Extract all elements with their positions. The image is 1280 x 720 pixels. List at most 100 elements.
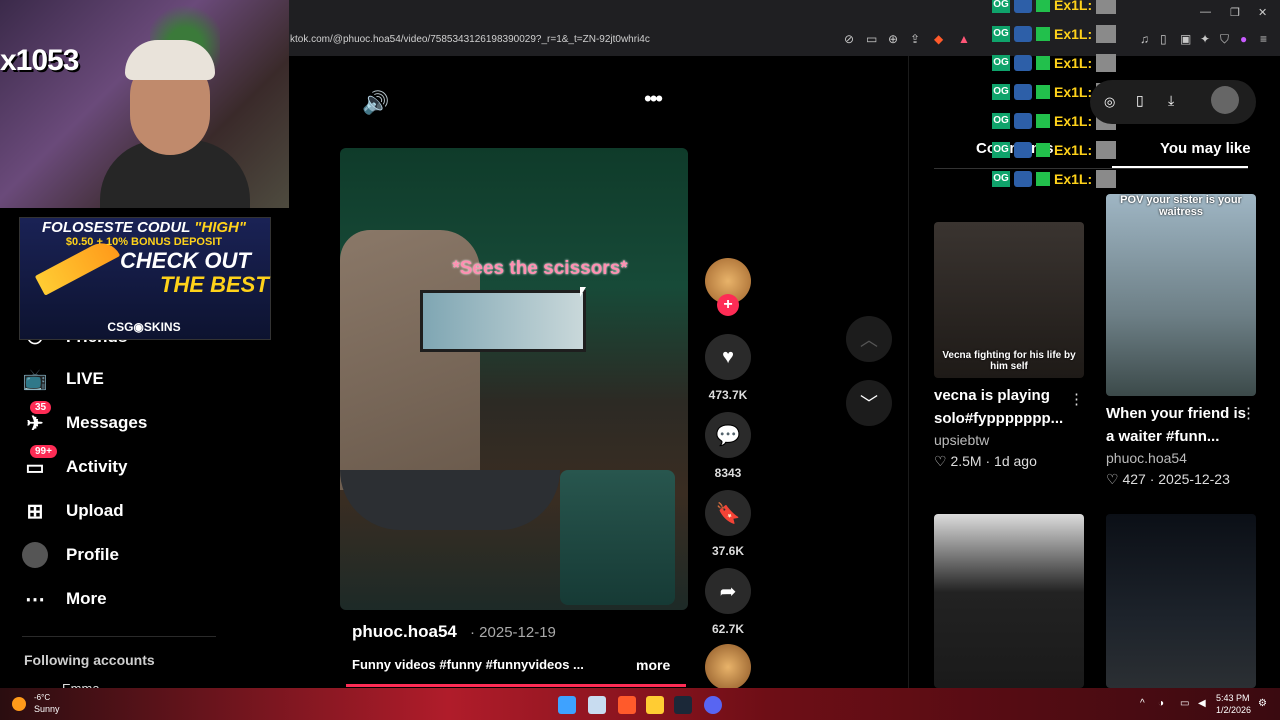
music-disc[interactable] [705, 644, 751, 690]
clock-date[interactable]: 1/2/2026 [1216, 705, 1251, 715]
recommended-card[interactable] [934, 514, 1084, 688]
gift-icon [1036, 172, 1050, 186]
sidebar-item-label: Profile [66, 545, 119, 564]
previous-video-button[interactable]: ︿ [846, 316, 892, 362]
task-view-icon[interactable] [588, 696, 606, 714]
webcam-overlay: x1053 [0, 0, 289, 208]
user-avatar[interactable] [1211, 86, 1239, 114]
weather-temperature[interactable]: -6°C [34, 693, 50, 702]
card-author[interactable]: upsiebtw [934, 432, 1084, 448]
taskbar [0, 688, 1280, 720]
music-icon[interactable]: ♫ [1140, 32, 1149, 46]
address-bar[interactable]: ktok.com/@phuoc.hoa54/video/758534312619… [290, 30, 990, 50]
mute-tab-icon[interactable]: ⊘ [844, 32, 854, 46]
sponsor-line1-a: FOLOSESTE CODUL [42, 219, 195, 236]
card-age: 2025-12-23 [1158, 471, 1230, 487]
card-thumbnail[interactable] [934, 514, 1084, 688]
share-button[interactable]: ➦ [705, 568, 751, 614]
rewards-icon[interactable]: ▲ [958, 32, 970, 46]
like-button[interactable]: ♥ [705, 334, 751, 380]
sponsor-line2: $0.50 + 10% BONUS DEPOSIT [65, 236, 223, 248]
discord-icon[interactable] [704, 696, 722, 714]
share-icon[interactable]: ⇪ [910, 32, 920, 46]
save-button[interactable]: 🔖 [705, 490, 751, 536]
card-author[interactable]: phuoc.hoa54 [1106, 450, 1256, 466]
sidebar-item-messages[interactable]: ✈ 35 Messages [22, 401, 147, 440]
sidebar-toggle-icon[interactable]: ▯ [1160, 32, 1167, 46]
download-icon[interactable]: ⤓ [1168, 92, 1174, 109]
tab-you-may-like[interactable]: You may like [1160, 140, 1251, 157]
card-title[interactable]: vecna is playing solo#fyppppppp... [934, 384, 1074, 430]
messages-badge: 35 [30, 401, 52, 414]
close-icon[interactable]: ✕ [1258, 6, 1267, 19]
speaker-icon[interactable]: ◀ [1198, 698, 1206, 709]
sponsor-line4: THE BEST [160, 272, 269, 297]
follow-button[interactable]: + [717, 294, 739, 316]
sidebar-item-label: More [66, 589, 107, 608]
sidebar-item-profile[interactable]: Profile [22, 538, 119, 572]
chat-badge-icon: OG [992, 55, 1010, 71]
sidebar-item-live[interactable]: 📺 LIVE [22, 362, 104, 396]
sponsor-line1-b: "HIGH" [194, 219, 246, 236]
chat-emote-icon [1014, 113, 1032, 129]
sidebar-item-upload[interactable]: ⊞ Upload [22, 494, 124, 528]
card-menu-icon[interactable]: ⋮ [1069, 390, 1084, 408]
chevron-down-icon: ﹀ [860, 394, 878, 414]
headset-icon[interactable]: ◑ [1158, 698, 1164, 709]
stream-counter: x1053 [0, 44, 79, 77]
tray-chevron-icon[interactable]: ^ [1140, 698, 1145, 709]
network-icon[interactable]: ▭ [1180, 698, 1189, 709]
card-menu-icon[interactable]: ⋮ [1241, 404, 1256, 422]
comment-button[interactable]: 💬 [705, 412, 751, 458]
start-icon[interactable] [558, 696, 576, 714]
chat-emote-icon [1014, 55, 1032, 71]
notification-icon[interactable]: ⚙ [1258, 698, 1267, 709]
recommended-card[interactable] [1106, 514, 1256, 688]
recommended-card[interactable]: POV your sister is your waitress ⋮ When … [1106, 194, 1256, 488]
card-thumbnail[interactable] [1106, 514, 1256, 688]
brave-shield-icon[interactable]: ◆ [934, 32, 943, 46]
video-progress-bar[interactable] [346, 684, 686, 687]
chat-username: Ex1L: [1054, 0, 1093, 13]
sidebar-item-more[interactable]: ⋯ More [22, 582, 107, 616]
video-more-icon[interactable]: ••• [644, 86, 663, 112]
weather-condition[interactable]: Sunny [34, 704, 60, 714]
wallet-icon[interactable]: ▣ [1180, 32, 1191, 46]
extensions-icon[interactable]: ✦ [1200, 32, 1210, 46]
brave-browser-icon[interactable] [618, 696, 636, 714]
cast-icon[interactable]: ▭ [866, 32, 877, 46]
zoom-icon[interactable]: ⊕ [888, 32, 898, 46]
volume-icon[interactable]: 🔊 [362, 90, 389, 116]
card-stats: ♡ 2.5M · 1d ago [934, 453, 1037, 469]
menu-icon[interactable]: ≡ [1260, 32, 1267, 46]
steam-icon[interactable] [674, 696, 692, 714]
file-explorer-icon[interactable] [646, 696, 664, 714]
following-accounts-title: Following accounts [24, 652, 155, 668]
sponsor-line1: FOLOSESTE CODUL "HIGH" [19, 219, 269, 236]
chat-avatar [1096, 141, 1117, 159]
next-video-button[interactable]: ﹀ [846, 380, 892, 426]
chat-badge-icon: OG [992, 113, 1010, 129]
card-thumbnail[interactable]: Vecna fighting for his life by him self [934, 222, 1084, 378]
sidebar-item-activity[interactable]: ▭ 99+ Activity [22, 445, 128, 484]
thumbnail-text: POV your sister is your waitress [1120, 194, 1242, 218]
card-likes: 427 [1122, 471, 1146, 487]
vpn-icon[interactable]: ⛉ [1220, 32, 1229, 47]
bookmark-icon: 🔖 [715, 502, 741, 525]
chat-username: Ex1L: [1054, 55, 1093, 71]
minimize-icon[interactable]: — [1200, 6, 1211, 18]
phone-icon[interactable]: ▯ [1136, 92, 1144, 109]
profile-ext-icon[interactable]: ● [1240, 32, 1247, 46]
card-title[interactable]: When your friend is a waiter #funn... [1106, 402, 1246, 448]
clock-time[interactable]: 5:43 PM [1216, 693, 1250, 703]
recommended-card[interactable]: Vecna fighting for his life by him self … [934, 222, 1084, 470]
restore-icon[interactable]: ❐ [1230, 6, 1240, 19]
card-thumbnail[interactable]: POV your sister is your waitress [1106, 194, 1256, 396]
activity-icon: ▭ 99+ [22, 445, 57, 480]
sidebar-item-label: Activity [66, 457, 128, 476]
compass-icon[interactable]: ◎ [1104, 94, 1115, 110]
description-more-link[interactable]: more [636, 657, 670, 673]
video-author[interactable]: phuoc.hoa54 [352, 622, 457, 642]
chat-badge-icon: OG [992, 142, 1010, 158]
video-caption-overlay: *Sees the scissors* [452, 258, 628, 279]
